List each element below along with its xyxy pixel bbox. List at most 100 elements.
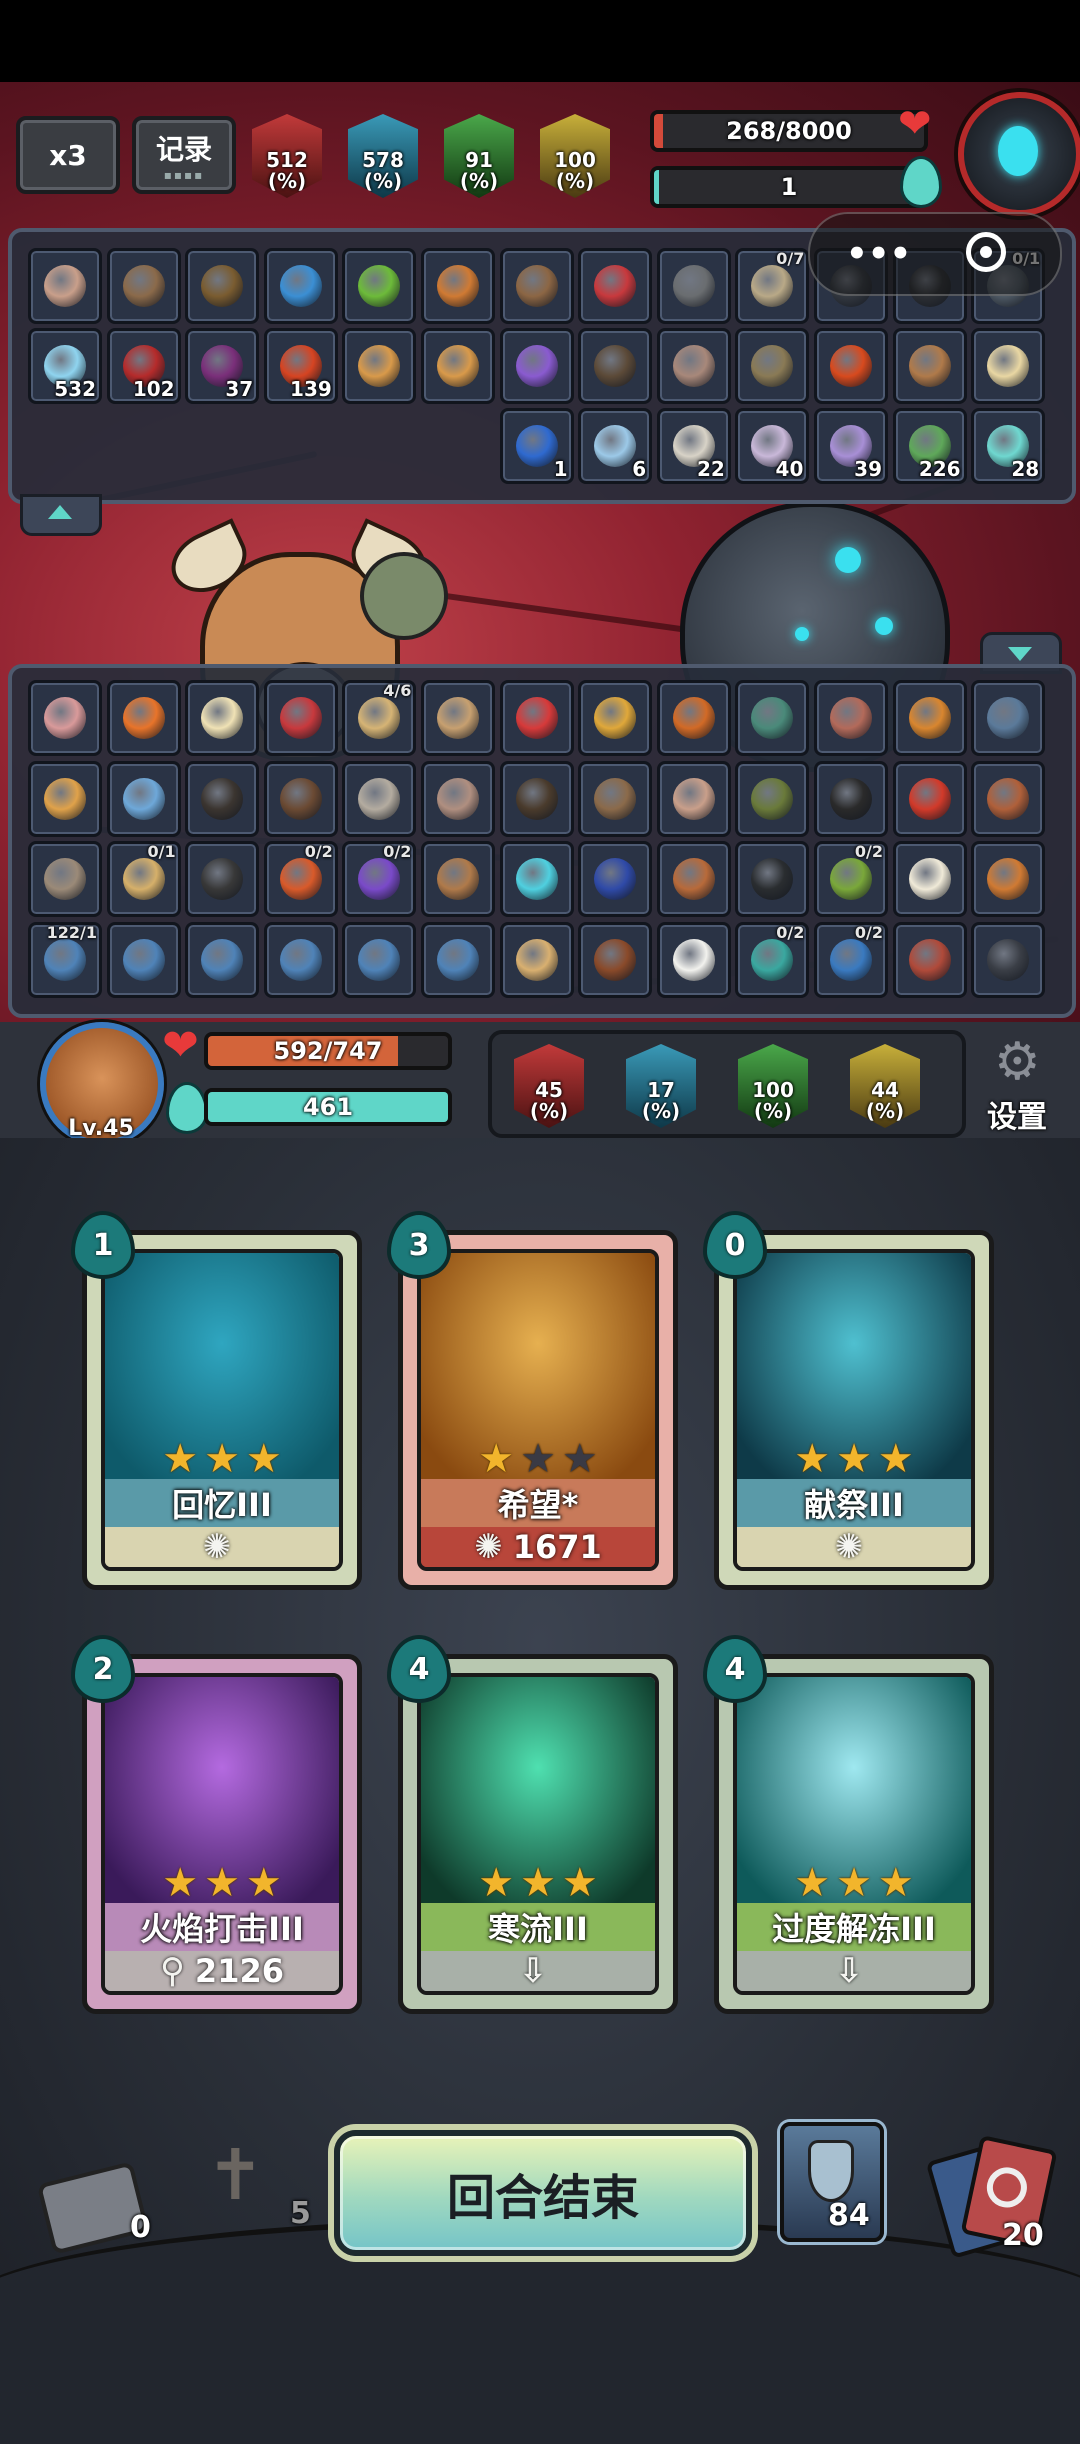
item-slot[interactable] bbox=[263, 248, 338, 324]
item-slot[interactable] bbox=[421, 248, 495, 324]
item-slot[interactable] bbox=[971, 680, 1046, 756]
item-slot[interactable] bbox=[971, 760, 1046, 837]
end-turn-button[interactable]: 回合结束 bbox=[334, 2130, 752, 2256]
item-slot[interactable] bbox=[499, 328, 574, 404]
skill-card[interactable]: ★ ★ ★ 过度解冻III ⇩ 4 bbox=[703, 1635, 994, 2014]
menu-capsule[interactable]: ••• bbox=[808, 212, 1062, 296]
skill-card[interactable]: ★ ★ ★ 回忆III ✺ 1 bbox=[71, 1211, 362, 1590]
enemy-portrait[interactable] bbox=[958, 92, 1080, 216]
item-slot[interactable] bbox=[578, 841, 653, 917]
item-slot[interactable] bbox=[342, 921, 417, 998]
item-slot[interactable] bbox=[578, 921, 653, 998]
item-slot[interactable]: 0/1 bbox=[106, 841, 181, 917]
item-slot[interactable]: 0/2 bbox=[342, 841, 417, 917]
item-slot[interactable] bbox=[342, 760, 417, 837]
item-slot[interactable] bbox=[656, 680, 731, 756]
item-slot[interactable] bbox=[814, 328, 888, 404]
skill-card[interactable]: ★ ★ ★ 寒流III ⇩ 4 bbox=[387, 1635, 678, 2014]
skill-card[interactable]: ★ ★ ★ 献祭III ✺ 0 bbox=[703, 1211, 994, 1590]
item-slot[interactable]: 122/1 bbox=[28, 921, 102, 998]
item-slot[interactable] bbox=[421, 841, 495, 917]
item-slot[interactable]: 22 bbox=[656, 408, 731, 484]
item-slot[interactable]: 226 bbox=[892, 408, 967, 484]
item-slot[interactable] bbox=[578, 680, 653, 756]
item-slot[interactable] bbox=[499, 760, 574, 837]
item-slot[interactable] bbox=[28, 841, 102, 917]
item-slot[interactable]: 1 bbox=[499, 408, 574, 484]
item-slot[interactable] bbox=[735, 328, 810, 404]
item-slot[interactable] bbox=[971, 841, 1046, 917]
item-slot[interactable] bbox=[656, 760, 731, 837]
item-slot[interactable]: 0/2 bbox=[814, 921, 888, 998]
draw-pile[interactable]: 84 bbox=[780, 2122, 884, 2242]
item-slot[interactable] bbox=[106, 680, 181, 756]
item-slot[interactable] bbox=[578, 328, 653, 404]
item-slot[interactable] bbox=[578, 248, 653, 324]
item-slot[interactable] bbox=[656, 328, 731, 404]
collapse-panel-button[interactable] bbox=[20, 494, 102, 536]
more-options-icon[interactable]: ••• bbox=[846, 237, 911, 271]
item-slot[interactable]: 39 bbox=[814, 408, 888, 484]
item-slot[interactable] bbox=[263, 680, 338, 756]
item-slot[interactable] bbox=[106, 760, 181, 837]
item-slot[interactable]: 6 bbox=[578, 408, 653, 484]
item-slot[interactable]: 4/6 bbox=[342, 680, 417, 756]
item-slot[interactable]: 0/2 bbox=[814, 841, 888, 917]
exhaust-pile[interactable]: 0 bbox=[30, 2160, 160, 2260]
skill-card[interactable]: ★ ★ ★ 希望* ✺ 1671 3 bbox=[387, 1211, 678, 1590]
item-slot[interactable] bbox=[185, 921, 260, 998]
item-slot[interactable] bbox=[342, 248, 417, 324]
item-slot[interactable] bbox=[185, 841, 260, 917]
item-slot[interactable] bbox=[892, 680, 967, 756]
item-slot[interactable] bbox=[185, 680, 260, 756]
item-slot[interactable] bbox=[263, 760, 338, 837]
item-slot[interactable] bbox=[499, 680, 574, 756]
item-slot[interactable] bbox=[106, 921, 181, 998]
item-slot[interactable] bbox=[106, 248, 181, 324]
item-slot[interactable] bbox=[814, 760, 888, 837]
item-slot[interactable] bbox=[185, 248, 260, 324]
item-slot[interactable] bbox=[735, 841, 810, 917]
item-slot[interactable] bbox=[28, 248, 102, 324]
item-slot[interactable]: 40 bbox=[735, 408, 810, 484]
item-slot[interactable] bbox=[499, 921, 574, 998]
item-slot[interactable] bbox=[971, 921, 1046, 998]
graveyard-pile[interactable]: ✝ 5 bbox=[186, 2130, 326, 2240]
item-slot[interactable] bbox=[656, 921, 731, 998]
log-button[interactable]: 记录 ▪▪▪▪ bbox=[132, 116, 236, 194]
item-slot[interactable]: 532 bbox=[28, 328, 102, 404]
settings-button[interactable]: ⚙ 设置 bbox=[972, 1036, 1062, 1135]
close-mini-program-icon[interactable] bbox=[966, 232, 1006, 272]
item-slot[interactable] bbox=[735, 680, 810, 756]
item-slot[interactable]: 102 bbox=[106, 328, 181, 404]
item-slot[interactable] bbox=[892, 760, 967, 837]
item-slot[interactable]: 139 bbox=[263, 328, 338, 404]
item-slot[interactable] bbox=[421, 328, 495, 404]
item-slot[interactable] bbox=[28, 680, 102, 756]
item-slot[interactable] bbox=[421, 680, 495, 756]
item-slot[interactable]: 37 bbox=[185, 328, 260, 404]
item-slot[interactable] bbox=[578, 760, 653, 837]
item-slot[interactable] bbox=[499, 248, 574, 324]
item-slot[interactable] bbox=[656, 841, 731, 917]
item-slot[interactable] bbox=[814, 680, 888, 756]
item-slot[interactable] bbox=[28, 760, 102, 837]
item-slot[interactable] bbox=[342, 328, 417, 404]
item-slot[interactable] bbox=[421, 760, 495, 837]
item-slot[interactable]: 0/2 bbox=[263, 841, 338, 917]
item-slot[interactable] bbox=[263, 921, 338, 998]
skill-card[interactable]: ★ ★ ★ 火焰打击III ⚲ 2126 2 bbox=[71, 1635, 362, 2014]
item-slot[interactable] bbox=[185, 760, 260, 837]
item-slot[interactable]: 0/2 bbox=[735, 921, 810, 998]
item-slot[interactable]: 0/7 bbox=[735, 248, 810, 324]
item-slot[interactable] bbox=[499, 841, 574, 917]
item-slot[interactable] bbox=[971, 328, 1046, 404]
item-slot[interactable] bbox=[892, 841, 967, 917]
speed-button[interactable]: x3 bbox=[16, 116, 120, 194]
item-slot[interactable] bbox=[656, 248, 731, 324]
item-slot[interactable] bbox=[735, 760, 810, 837]
item-slot[interactable] bbox=[892, 328, 967, 404]
item-slot[interactable]: 28 bbox=[971, 408, 1046, 484]
item-slot[interactable] bbox=[421, 921, 495, 998]
item-slot[interactable] bbox=[892, 921, 967, 998]
